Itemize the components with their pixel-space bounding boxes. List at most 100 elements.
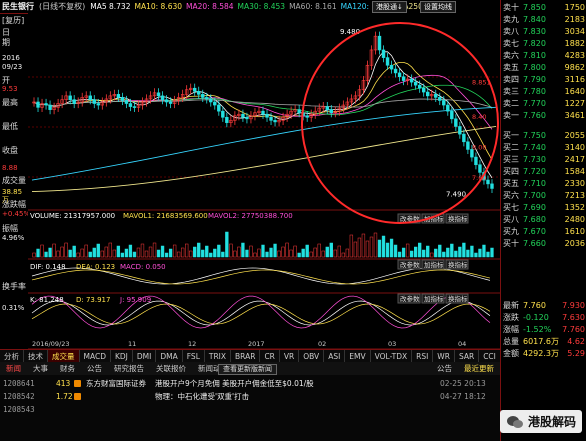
candle-body [393, 68, 398, 74]
ob-price: 7.720 [523, 167, 546, 176]
ob-price: 7.670 [523, 227, 546, 236]
volume-bar [462, 242, 466, 258]
bid-row[interactable]: 买十 7.660 2036 [501, 238, 586, 249]
x-axis-label: 2016/09/23 [32, 340, 69, 348]
stat-value-2: 7.630 [562, 313, 585, 322]
news-icon [74, 380, 81, 387]
news-right-tab[interactable]: 公告 [431, 362, 458, 375]
low-mark-label: 7.490 [446, 190, 466, 198]
news-row[interactable]: 1208542 1.72 物理：中石化遭受'双重'打击 04-27 18:12 [0, 391, 500, 403]
k-legend: K: 81.248 [30, 296, 64, 304]
period-label[interactable]: (日线不复权) [39, 1, 85, 12]
stat-label: 最新 [503, 301, 519, 310]
ask-row[interactable]: 卖四 7.790 3116 [501, 74, 586, 85]
news-row[interactable]: 1208543 [0, 404, 500, 416]
ob-volume: 4283 [564, 51, 585, 60]
volume-bar [72, 245, 76, 258]
bid-row[interactable]: 买九 7.670 1610 [501, 226, 586, 237]
ask-row[interactable]: 卖六 7.810 4283 [501, 50, 586, 61]
ask-row[interactable]: 卖七 7.820 1882 [501, 38, 586, 49]
candle-body [44, 103, 48, 106]
volume-bar [273, 243, 277, 258]
news-row[interactable]: 1208641 413 东方财富国际证券 港股开户9个月免佣 美股开户佣金低至$0.0… [0, 378, 500, 390]
volume-bar [458, 246, 462, 258]
ask-row[interactable]: 卖三 7.780 1640 [501, 86, 586, 97]
volume-bar [490, 247, 494, 258]
news-list: 1208641 413 东方财富国际证券 港股开户9个月免佣 美股开户佣金低至$0.0… [0, 375, 500, 441]
ask-row[interactable]: 卖八 7.830 3034 [501, 26, 586, 37]
candle-body [265, 113, 269, 118]
ma-legend-item: MA10: 8.630 [134, 2, 183, 11]
ob-price: 7.710 [523, 179, 546, 188]
volume-bar [450, 243, 454, 258]
news-tab[interactable]: 公告 [81, 362, 108, 375]
ob-volume: 1352 [564, 203, 585, 212]
latest-news-button[interactable]: 查看更新版新闻 [218, 364, 277, 375]
ob-volume: 7213 [564, 191, 585, 200]
candle-body [192, 87, 197, 92]
ob-price: 7.820 [523, 39, 546, 48]
volume-legend: VOLUME: 21317957.000 [30, 212, 115, 220]
ob-price: 7.850 [523, 3, 546, 12]
bid-row[interactable]: 买四 7.720 1584 [501, 166, 586, 177]
ob-volume: 2330 [564, 179, 585, 188]
candle-body [325, 106, 329, 110]
stat-label: 涨跌 [503, 313, 519, 322]
candle-body [164, 99, 169, 103]
ma-legend-item: MA60: 8.161 [289, 2, 337, 11]
price-tick: 8.40 [472, 113, 486, 121]
date-label-1: 日 [2, 28, 10, 37]
candle-body [397, 72, 402, 78]
ob-price: 7.810 [523, 51, 546, 60]
bid-row[interactable]: 买一 7.750 2055 [501, 130, 586, 141]
ask-row[interactable]: 卖一 7.760 3461 [501, 110, 586, 121]
watermark: 港股解码 [499, 410, 582, 433]
bid-row[interactable]: 买二 7.740 3140 [501, 142, 586, 153]
news-tab[interactable]: 关联报价 [150, 362, 192, 375]
volume-bar [385, 242, 390, 258]
ask-row[interactable]: 卖二 7.770 1227 [501, 98, 586, 109]
volume-bar [265, 251, 269, 258]
bid-row[interactable]: 买五 7.710 2330 [501, 178, 586, 189]
bid-row[interactable]: 买六 7.700 7213 [501, 190, 586, 201]
volume-bar [301, 248, 305, 258]
volume-bar [297, 252, 301, 258]
news-time: 02-25 20:13 [440, 379, 486, 388]
bid-row[interactable]: 买七 7.690 1352 [501, 202, 586, 213]
ask-row[interactable]: 卖九 7.840 2183 [501, 14, 586, 25]
kline-chart[interactable]: 9.4807.4908.8518.408.007.60VOLUME: 21317… [28, 13, 500, 349]
subpanel-button-label: 换指标 [448, 294, 468, 303]
ob-volume: 2417 [564, 155, 585, 164]
volume-bar [116, 245, 121, 258]
ask-row[interactable]: 卖十 7.850 1750 [501, 2, 586, 13]
stock-name[interactable]: 民生银行 [0, 1, 34, 12]
news-tab[interactable]: 财务 [54, 362, 81, 375]
history-label[interactable]: [复历] [2, 16, 24, 25]
news-time: 04-27 18:12 [440, 392, 486, 401]
candle-body [116, 94, 121, 98]
news-tab[interactable]: 大事 [27, 362, 54, 375]
x-axis-label: 04 [458, 340, 466, 348]
bid-row[interactable]: 买三 7.730 2417 [501, 154, 586, 165]
volume-bar [128, 244, 133, 258]
hk-connect-button[interactable]: 港股通↓ [372, 1, 407, 13]
ob-price: 7.730 [523, 155, 546, 164]
volume-bar [269, 247, 273, 258]
news-tab[interactable]: 新闻 [0, 362, 27, 375]
ob-volume: 1882 [564, 39, 585, 48]
quote-stat-row: 总量 6017.6万 4.62 [501, 336, 586, 347]
j-legend: J: 95.909 [119, 296, 151, 304]
bid-row[interactable]: 买八 7.680 2480 [501, 214, 586, 225]
open-label: 开 [2, 76, 10, 85]
news-right-tab[interactable]: 最近更新 [458, 362, 500, 375]
candle-body [88, 95, 92, 100]
ob-label: 卖十 [503, 3, 519, 12]
ob-label: 卖六 [503, 51, 519, 60]
candle-body [156, 92, 161, 97]
volume-bar [217, 244, 221, 258]
volume-bar [389, 238, 394, 258]
set-ma-button[interactable]: 设置均线 [420, 1, 456, 13]
volume-bar [329, 242, 333, 258]
ask-row[interactable]: 卖五 7.800 9862 [501, 62, 586, 73]
news-tab[interactable]: 研究报告 [108, 362, 150, 375]
